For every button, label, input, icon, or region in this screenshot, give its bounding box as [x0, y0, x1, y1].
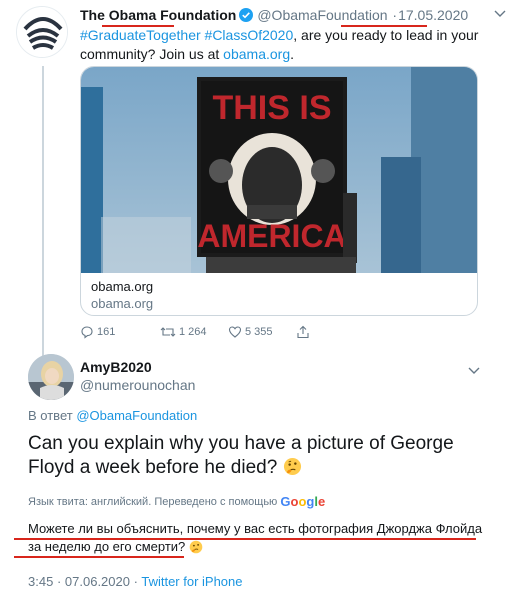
author-handle[interactable]: @ObamaFoundation [257, 7, 387, 23]
original-tweet[interactable]: The Obama Foundation @ObamaFoundation ·17… [0, 0, 518, 348]
annotation-underline-translation-2 [14, 556, 184, 558]
tweet-header: The Obama Foundation @ObamaFoundation ·17… [80, 7, 498, 27]
reply-text: Can you explain why you have a picture o… [28, 432, 478, 483]
translated-line-2: за неделю до его смерти? [28, 539, 186, 554]
reply-to-prefix: В ответ [28, 408, 73, 423]
tweet-link[interactable]: obama.org [223, 46, 290, 62]
meta-separator: · [56, 574, 62, 589]
translated-line-1: Можете ли вы объяснить, почему у вас ест… [28, 521, 483, 536]
verified-badge-icon [239, 8, 254, 25]
sign-text-bottom: AMERICA [197, 218, 346, 254]
link-card[interactable]: THIS IS AMERICA obama.org obama.org [80, 66, 478, 316]
share-icon [297, 325, 309, 339]
card-domain: obama.org [91, 296, 154, 311]
like-count: 5 355 [245, 326, 273, 338]
reply-author-name[interactable]: AmyB2020 [80, 359, 152, 375]
google-logo[interactable]: Google [280, 494, 325, 509]
tweet-date[interactable]: 17.05.2020 [398, 7, 468, 23]
obama-foundation-avatar[interactable] [16, 6, 68, 58]
translation-note: Язык твита: английский. Переведено с пом… [28, 494, 325, 509]
reply-author-handle[interactable]: @numerounochan [80, 377, 195, 393]
meta-separator: · [133, 574, 138, 589]
thinking-face-icon [283, 457, 302, 483]
retweet-icon [160, 327, 176, 337]
reply-date[interactable]: 07.06.2020 [65, 574, 130, 589]
sign-text-top: THIS IS [212, 89, 331, 127]
annotation-underline-translation-1 [14, 538, 476, 540]
card-image[interactable]: THIS IS AMERICA [81, 67, 478, 273]
card-title[interactable]: obama.org [91, 279, 153, 294]
amyb-avatar[interactable] [28, 354, 74, 400]
like-icon [228, 326, 242, 338]
reply-count: 161 [97, 326, 116, 338]
tweet-text: #GraduateTogether #ClassOf2020, are you … [80, 26, 490, 64]
reply-to-line: В ответ @ObamaFoundation [28, 408, 197, 423]
tweet-text-end: . [290, 46, 294, 62]
translation-note-text: Язык твита: английский. Переведено с пом… [28, 496, 278, 508]
tweet-actions: 161 1 264 5 355 [80, 324, 380, 340]
share-action[interactable] [296, 324, 313, 340]
like-action[interactable]: 5 355 [228, 324, 273, 340]
chevron-down-icon[interactable] [468, 366, 480, 376]
tweet-source[interactable]: Twitter for iPhone [141, 574, 242, 589]
header-separator: · [392, 7, 398, 23]
hashtag-graduate-together[interactable]: #GraduateTogether [80, 27, 201, 43]
reply-to-handle[interactable]: @ObamaFoundation [76, 408, 197, 423]
reply-icon [81, 326, 93, 339]
tweet-meta: 3:45 · 07.06.2020 · Twitter for iPhone [28, 574, 243, 589]
author-name[interactable]: The Obama Foundation [80, 7, 236, 23]
retweet-count: 1 264 [179, 326, 207, 338]
thinking-face-icon [189, 540, 203, 559]
hashtag-class-of-2020[interactable]: #ClassOf2020 [205, 27, 294, 43]
reply-text-content: Can you explain why you have a picture o… [28, 433, 454, 478]
retweet-action[interactable]: 1 264 [160, 324, 207, 340]
chevron-down-icon[interactable] [494, 9, 506, 19]
reply-time[interactable]: 3:45 [28, 574, 53, 589]
reply-action[interactable]: 161 [80, 324, 115, 340]
